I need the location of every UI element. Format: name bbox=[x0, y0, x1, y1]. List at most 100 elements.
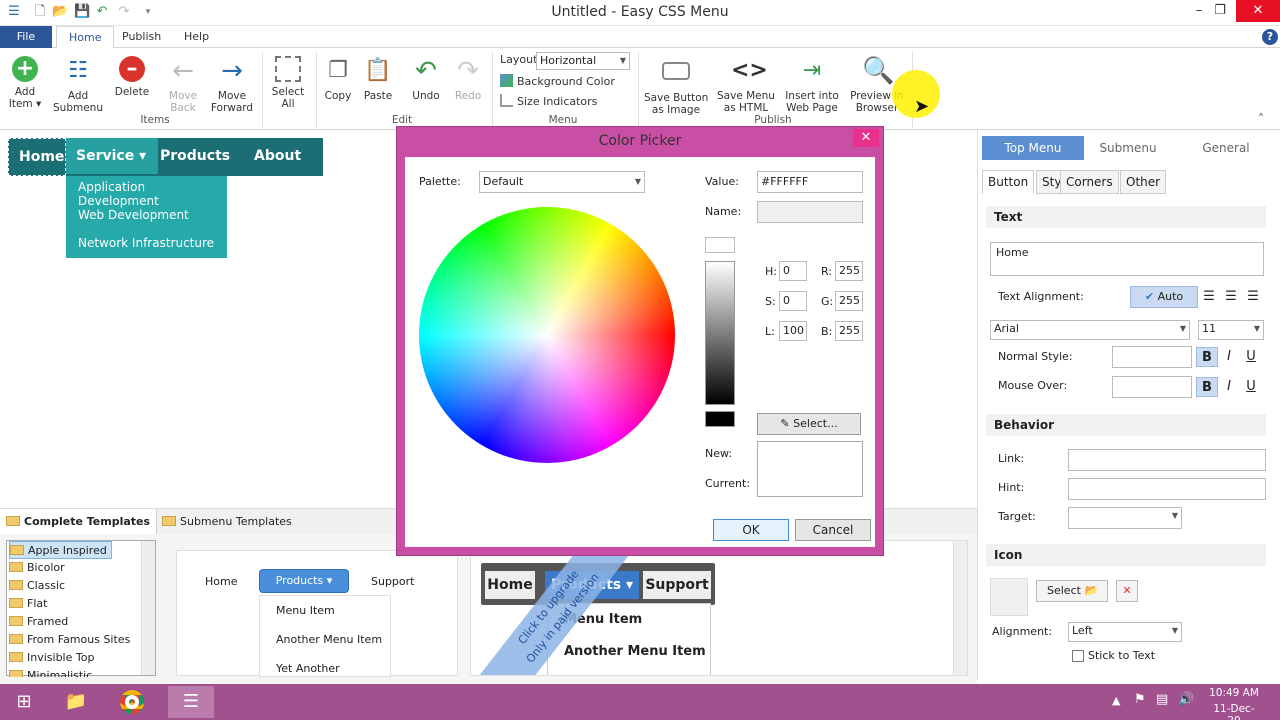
italic-button[interactable]: I bbox=[1218, 347, 1240, 367]
color-wheel[interactable] bbox=[419, 207, 675, 463]
mouse-over-color-input[interactable] bbox=[1112, 376, 1192, 398]
icon-select-button[interactable]: Select 📂 bbox=[1036, 580, 1108, 602]
hint-input[interactable] bbox=[1068, 478, 1266, 500]
file-explorer-icon[interactable]: 📁 bbox=[56, 686, 96, 718]
bold-button[interactable]: B bbox=[1196, 377, 1218, 397]
s-input[interactable]: 0 bbox=[779, 291, 807, 311]
align-left-icon[interactable]: ☰ bbox=[1198, 287, 1220, 307]
submenu-item[interactable]: Web Development bbox=[78, 208, 189, 222]
list-item[interactable]: Framed bbox=[9, 613, 72, 631]
clock-time[interactable]: 10:49 AM bbox=[1208, 687, 1260, 699]
flag-icon[interactable]: ⚑ bbox=[1134, 692, 1146, 707]
volume-icon[interactable]: 🔊 bbox=[1178, 692, 1194, 707]
lightness-slider[interactable] bbox=[705, 261, 735, 405]
undo-button[interactable]: ↶ Undo bbox=[406, 54, 446, 116]
stick-to-text-checkbox[interactable] bbox=[1072, 650, 1084, 662]
select-all-button[interactable]: Select All bbox=[266, 54, 310, 116]
tab-home[interactable]: Home bbox=[56, 26, 115, 49]
list-item[interactable]: Bicolor bbox=[9, 559, 69, 577]
eyedropper-select-button[interactable]: ✎ Select... bbox=[757, 413, 861, 435]
tab-publish[interactable]: Publish bbox=[110, 26, 173, 49]
background-color-button[interactable]: Background Color bbox=[500, 74, 615, 90]
list-item[interactable]: From Famous Sites bbox=[9, 631, 134, 649]
tab-help[interactable]: Help bbox=[172, 26, 221, 49]
ok-button[interactable]: OK bbox=[713, 519, 789, 541]
clock-date[interactable]: 11-Dec-20 bbox=[1208, 703, 1260, 720]
windows-start-icon[interactable]: ⊞ bbox=[4, 686, 44, 718]
app-menu-icon[interactable]: ☰ bbox=[6, 4, 22, 20]
layout-select[interactable]: Horizontal ▼ bbox=[536, 52, 630, 70]
dialog-close-button[interactable]: ✕ bbox=[853, 129, 879, 147]
add-item-button[interactable]: + Add Item ▾ bbox=[4, 54, 46, 116]
submenu-item[interactable]: Network Infrastructure bbox=[78, 236, 214, 250]
redo-button[interactable]: ↷ Redo bbox=[450, 54, 486, 116]
menu-item-home[interactable]: Home bbox=[8, 138, 66, 176]
subtab-button[interactable]: Button bbox=[982, 170, 1035, 194]
preview-scrollbar[interactable] bbox=[953, 541, 967, 675]
list-item[interactable]: Invisible Top bbox=[9, 649, 98, 667]
font-select[interactable]: Arial ▼ bbox=[990, 320, 1190, 340]
tab-file[interactable]: File bbox=[0, 26, 52, 48]
template-preview-2[interactable]: Home Products ▾ Support Menu Item Anothe… bbox=[470, 540, 968, 676]
save-menu-as-html[interactable]: <> Save Menu as HTML bbox=[716, 54, 776, 116]
menu-item-about-us[interactable]: About Us bbox=[244, 138, 324, 200]
template-preview-1[interactable]: Home Products ▾ Support Menu Item Anothe… bbox=[176, 550, 458, 677]
move-forward-button[interactable]: → Move Forward bbox=[208, 54, 256, 116]
remove-icon-button[interactable]: ✕ bbox=[1116, 580, 1138, 602]
submenu-item[interactable]: Application Development bbox=[78, 180, 227, 208]
delete-button[interactable]: – Delete bbox=[110, 54, 154, 116]
list-item[interactable]: Apple Inspired bbox=[9, 541, 112, 559]
palette-select[interactable]: Default ▼ bbox=[479, 171, 645, 193]
undo-qa-icon[interactable]: ↶ bbox=[94, 4, 110, 20]
list-item[interactable]: Minimalistic bbox=[9, 667, 96, 677]
customize-qa-icon[interactable]: ▾ bbox=[140, 4, 156, 20]
tray-arrow-icon[interactable]: ▲ bbox=[1112, 694, 1120, 707]
align-center-icon[interactable]: ☰ bbox=[1220, 287, 1242, 307]
text-input[interactable]: Home bbox=[990, 242, 1264, 276]
save-icon[interactable]: 💾 bbox=[74, 4, 90, 20]
subtab-corners[interactable]: Corners bbox=[1060, 170, 1119, 194]
tab-submenu-templates[interactable]: Submenu Templates bbox=[156, 509, 298, 535]
easy-css-menu-app-icon[interactable]: ☰ bbox=[168, 686, 214, 718]
link-input[interactable] bbox=[1068, 449, 1266, 471]
chrome-icon[interactable] bbox=[112, 686, 152, 718]
add-submenu-button[interactable]: ☷ Add Submenu bbox=[52, 54, 104, 116]
cancel-button[interactable]: Cancel bbox=[795, 519, 871, 541]
size-indicators-button[interactable]: Size Indicators bbox=[500, 94, 597, 110]
copy-button[interactable]: ❐ Copy bbox=[320, 54, 356, 116]
open-folder-icon[interactable]: 📂 bbox=[52, 4, 68, 20]
font-size-select[interactable]: 11 ▼ bbox=[1198, 320, 1264, 340]
icon-alignment-select[interactable]: Left ▼ bbox=[1068, 622, 1182, 642]
h-input[interactable]: 0 bbox=[779, 261, 807, 281]
bold-button[interactable]: B bbox=[1196, 347, 1218, 367]
close-button[interactable]: ✕ bbox=[1236, 0, 1280, 22]
underline-button[interactable]: U bbox=[1240, 377, 1262, 397]
menu-item-products[interactable]: Products ▾ bbox=[150, 138, 250, 200]
auto-align-button[interactable]: ✔ Auto bbox=[1130, 286, 1198, 308]
move-back-button[interactable]: ← Move Back bbox=[160, 54, 206, 116]
save-button-as-image[interactable]: Save Button as Image bbox=[644, 54, 708, 116]
tab-submenu[interactable]: Submenu bbox=[1082, 136, 1174, 160]
color-name-input[interactable] bbox=[757, 201, 863, 223]
underline-button[interactable]: U bbox=[1240, 347, 1262, 367]
b-input[interactable]: 255 bbox=[835, 321, 863, 341]
r-input[interactable]: 255 bbox=[835, 261, 863, 281]
restore-button[interactable]: ❐ bbox=[1202, 0, 1238, 22]
new-icon[interactable]: 🗋 bbox=[32, 4, 48, 20]
tab-top-menu[interactable]: Top Menu bbox=[982, 136, 1084, 160]
insert-into-web-page[interactable]: ⇥ Insert into Web Page bbox=[782, 54, 842, 116]
tab-complete-templates[interactable]: Complete Templates bbox=[0, 509, 158, 535]
list-item[interactable]: Classic bbox=[9, 577, 69, 595]
list-scrollbar[interactable] bbox=[141, 541, 155, 675]
redo-qa-icon[interactable]: ↷ bbox=[116, 4, 132, 20]
g-input[interactable]: 255 bbox=[835, 291, 863, 311]
normal-color-input[interactable] bbox=[1112, 346, 1192, 368]
italic-button[interactable]: I bbox=[1218, 377, 1240, 397]
help-icon[interactable]: ? bbox=[1262, 29, 1278, 45]
subtab-other[interactable]: Other bbox=[1120, 170, 1167, 194]
network-icon[interactable]: ▤ bbox=[1156, 692, 1168, 707]
align-right-icon[interactable]: ☰ bbox=[1242, 287, 1264, 307]
collapse-ribbon-icon[interactable]: ˄ bbox=[1258, 112, 1264, 126]
l-input[interactable]: 100 bbox=[779, 321, 807, 341]
hex-value-input[interactable]: #FFFFFF bbox=[757, 171, 863, 193]
